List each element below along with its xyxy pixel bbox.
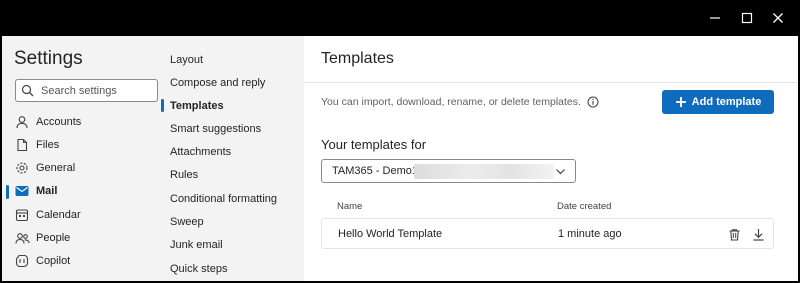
subcategory-templates[interactable]: Templates [170, 97, 224, 115]
subcategory-compose-and-reply[interactable]: Compose and reply [170, 74, 265, 92]
plus-icon [675, 96, 687, 108]
minimize-icon [710, 17, 720, 19]
subcategory-conditional-formatting[interactable]: Conditional formatting [170, 190, 277, 208]
category-label: Mail [36, 185, 58, 197]
description-text: You can import, download, rename, or del… [321, 96, 581, 108]
calendar-icon [14, 207, 30, 223]
gear-icon [14, 160, 30, 176]
download-icon[interactable] [751, 227, 765, 241]
category-copilot[interactable]: Copilot [14, 251, 70, 271]
delete-icon[interactable] [727, 227, 741, 241]
maximize-icon [741, 12, 753, 24]
search-box[interactable] [15, 79, 158, 102]
category-accounts[interactable]: Accounts [14, 112, 81, 132]
minimize-button[interactable] [703, 8, 727, 28]
chevron-down-icon [555, 166, 566, 177]
subcategory-rules[interactable]: Rules [170, 166, 198, 184]
subcategory-sweep[interactable]: Sweep [170, 213, 204, 231]
divider [304, 82, 798, 83]
subcategory-quick-steps[interactable]: Quick steps [170, 260, 227, 278]
description: You can import, download, rename, or del… [321, 96, 599, 108]
selected-indicator [6, 185, 9, 199]
column-header-name: Name [337, 201, 363, 212]
redacted-email [414, 164, 554, 179]
category-label: General [36, 162, 76, 174]
category-label: Files [36, 139, 60, 151]
settings-title: Settings [14, 48, 83, 69]
category-label: Accounts [36, 116, 82, 128]
category-people[interactable]: People [14, 228, 70, 248]
account-selected: TAM365 - Demo1 [332, 165, 418, 177]
category-calendar[interactable]: Calendar [14, 205, 81, 225]
template-date: 1 minute ago [558, 228, 622, 240]
settings-dialog: Settings Accounts Files General [2, 36, 798, 281]
people-icon [14, 230, 30, 246]
add-template-label: Add template [691, 96, 762, 108]
subcategory-junk-email[interactable]: Junk email [170, 236, 223, 254]
templates-panel: Templates You can import, download, rena… [304, 36, 798, 281]
copilot-icon [14, 253, 30, 269]
add-template-button[interactable]: Add template [662, 90, 774, 114]
subcategory-smart-suggestions[interactable]: Smart suggestions [170, 120, 261, 138]
table-row[interactable]: Hello World Template 1 minute ago [321, 218, 774, 249]
subcategory-layout[interactable]: Layout [170, 51, 203, 69]
title-bar [0, 0, 800, 36]
category-label: Calendar [36, 209, 81, 221]
subcategory-attachments[interactable]: Attachments [170, 143, 231, 161]
category-general[interactable]: General [14, 158, 75, 178]
category-label: Copilot [36, 255, 71, 267]
subcategory-selected-indicator [161, 99, 164, 112]
account-dropdown[interactable]: TAM365 - Demo1 [321, 159, 576, 183]
search-icon [21, 84, 39, 97]
your-templates-label: Your templates for [321, 137, 427, 152]
column-header-date: Date created [557, 201, 612, 212]
category-mail[interactable]: Mail [14, 181, 57, 201]
close-icon [773, 13, 783, 23]
category-label: People [36, 232, 71, 244]
maximize-button[interactable] [735, 8, 759, 28]
search-input[interactable] [41, 84, 151, 97]
category-files[interactable]: Files [14, 135, 59, 155]
settings-sidebar: Settings Accounts Files General [2, 36, 304, 281]
template-name: Hello World Template [338, 228, 443, 240]
file-icon [14, 137, 30, 153]
person-icon [14, 114, 30, 130]
mail-icon [14, 183, 30, 199]
page-title: Templates [321, 50, 394, 67]
close-button[interactable] [766, 8, 790, 28]
info-icon[interactable] [587, 96, 599, 108]
